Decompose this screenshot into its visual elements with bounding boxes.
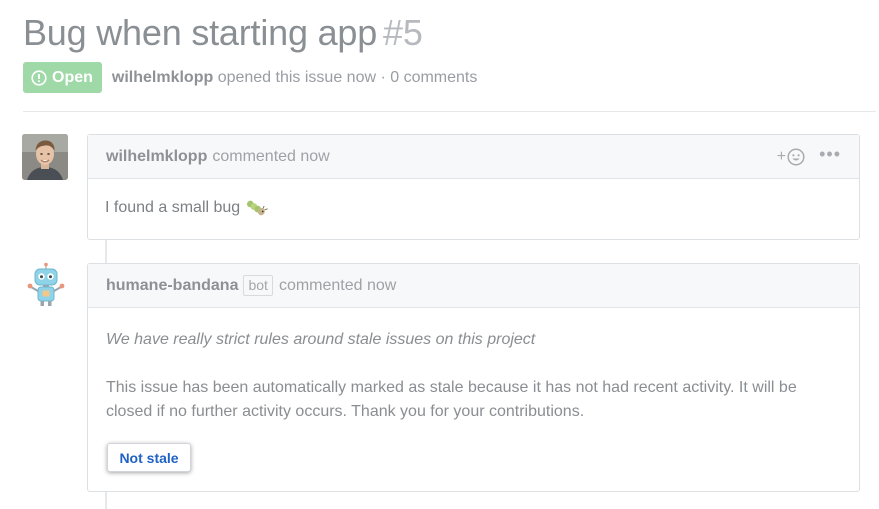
issue-meta-text: wilhelmklopp opened this issue now · 0 c… <box>112 69 477 87</box>
comment-author-link[interactable]: wilhelmklopp <box>106 148 207 166</box>
issue-meta: Open wilhelmklopp opened this issue now … <box>23 62 477 93</box>
comment-body: I found a small bug <box>88 179 859 237</box>
issue-title: Bug when starting app #5 <box>23 12 423 54</box>
issue-author-link[interactable]: wilhelmklopp <box>112 69 213 86</box>
add-reaction-button[interactable]: + <box>777 148 805 166</box>
stale-rules-text: We have really strict rules around stale… <box>106 331 536 348</box>
kebab-horizontal-icon[interactable]: ••• <box>819 145 841 165</box>
comment-timestamp[interactable]: commented now <box>279 277 396 295</box>
not-stale-button[interactable]: Not stale <box>107 443 191 472</box>
status-label: Open <box>52 68 93 86</box>
avatar[interactable] <box>22 134 68 180</box>
smiley-icon <box>787 147 805 166</box>
bot-avatar[interactable] <box>22 262 70 310</box>
comment-body: We have really strict rules around stale… <box>88 308 859 424</box>
comment-author-link[interactable]: humane-bandana <box>106 277 238 295</box>
timeline-connector <box>105 492 107 509</box>
plus-icon: + <box>776 147 787 165</box>
robot-icon <box>27 262 65 306</box>
bot-comment: humane-bandana bot commented now We have… <box>87 263 860 492</box>
status-badge: Open <box>23 62 102 93</box>
comment-header: humane-bandana bot commented now <box>88 264 859 308</box>
bot-badge: bot <box>243 275 273 296</box>
issue-title-text: Bug when starting app <box>23 12 378 53</box>
issue-opened-icon <box>31 69 47 86</box>
timeline-connector <box>105 240 107 263</box>
issue-meta-suffix: opened this issue now · 0 comments <box>217 68 478 86</box>
comment-text: I found a small bug <box>105 199 241 216</box>
user-avatar-image <box>22 134 68 180</box>
stale-message: This issue has been automatically marked… <box>106 379 797 420</box>
comment-timestamp[interactable]: commented now <box>212 148 329 166</box>
issue-number: #5 <box>383 12 423 53</box>
caterpillar-icon <box>247 200 268 216</box>
comment-header: wilhelmklopp commented now + ••• <box>88 135 859 179</box>
comment: wilhelmklopp commented now + ••• I found… <box>87 134 860 240</box>
comment-actions: + ••• <box>777 145 841 166</box>
header-divider <box>23 111 876 112</box>
